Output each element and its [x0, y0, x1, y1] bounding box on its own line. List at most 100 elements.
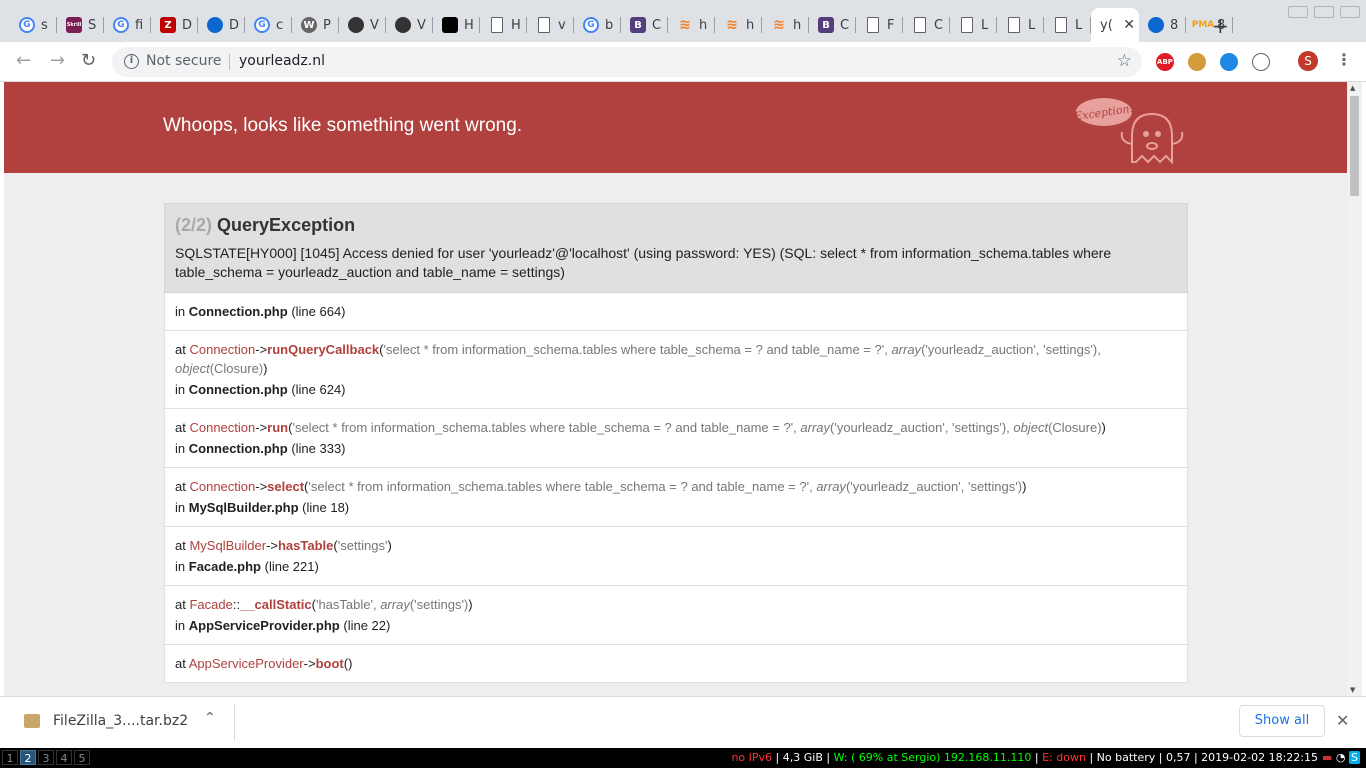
browser-tab[interactable]: H: [433, 8, 480, 42]
browser-tab[interactable]: L: [950, 8, 997, 42]
browser-tab[interactable]: v: [527, 8, 574, 42]
dark-circle-icon: [348, 17, 364, 33]
browser-tab[interactable]: Gfi: [104, 8, 151, 42]
close-download-bar-icon[interactable]: ✕: [1336, 711, 1349, 730]
workspace-button[interactable]: 2: [20, 750, 36, 765]
frame-file[interactable]: AppServiceProvider.php: [189, 618, 340, 633]
frame-argument: 'settings': [337, 538, 388, 553]
frame-operator: ->: [266, 538, 278, 553]
frame-file[interactable]: MySqlBuilder.php: [189, 500, 299, 515]
stack-frame[interactable]: at AppServiceProvider->boot(): [164, 645, 1188, 683]
browser-tab[interactable]: F: [856, 8, 903, 42]
download-file-name[interactable]: FileZilla_3....tar.bz2: [53, 713, 188, 729]
tab-active[interactable]: y(✕: [1091, 8, 1139, 42]
wifi-icon[interactable]: ◔: [1336, 751, 1346, 764]
frame-argument: 'hasTable',: [315, 597, 381, 612]
datetime-status: 2019-02-02 18:22:15: [1201, 751, 1318, 764]
omnibox-separator: [229, 54, 230, 70]
archive-file-icon[interactable]: [24, 714, 40, 728]
frame-close-paren: ): [348, 656, 353, 671]
url-text[interactable]: yourleadz.nl: [239, 53, 325, 69]
error-title: Whoops, looks like something went wrong.: [163, 115, 523, 136]
frame-file[interactable]: Connection.php: [189, 382, 288, 397]
browser-tab[interactable]: V: [339, 8, 386, 42]
tab-title: h: [793, 17, 802, 33]
frame-file[interactable]: Facade.php: [189, 559, 261, 574]
frame-class: Connection: [189, 342, 256, 357]
tab-title: 8: [1170, 17, 1179, 33]
bookmark-star-icon[interactable]: ☆: [1117, 51, 1132, 71]
browser-tab[interactable]: Gs: [10, 8, 57, 42]
frame-argument: array: [380, 597, 410, 612]
scroll-down-arrow-icon[interactable]: ▼: [1350, 686, 1355, 694]
frame-close-paren: ): [387, 538, 392, 553]
browser-tab[interactable]: ≋ h: [715, 8, 762, 42]
browser-tab[interactable]: V: [386, 8, 433, 42]
ethernet-status: E: down: [1042, 751, 1086, 764]
page-scrollbar[interactable]: ▲ ▼: [1347, 82, 1362, 696]
browser-menu-icon[interactable]: ⋮: [1336, 50, 1352, 69]
adblock-plus-icon[interactable]: ABP: [1156, 53, 1174, 71]
workspace-button[interactable]: 4: [56, 750, 72, 765]
frame-line: (line 221): [264, 559, 319, 574]
tab-title: S: [88, 17, 97, 33]
stack-frame[interactable]: at Connection->select('select * from inf…: [164, 468, 1188, 527]
workspace-button[interactable]: 1: [2, 750, 18, 765]
stack-frame[interactable]: at Facade::__callStatic('hasTable', arra…: [164, 586, 1188, 645]
back-button[interactable]: ←: [16, 50, 31, 71]
browser-tab[interactable]: ≋ h: [762, 8, 809, 42]
browser-tab[interactable]: Gc: [245, 8, 292, 42]
bootstrap-icon: B: [818, 17, 834, 33]
browser-tab[interactable]: L: [997, 8, 1044, 42]
download-separator: [234, 705, 235, 741]
browser-tab[interactable]: BC: [809, 8, 856, 42]
show-all-button[interactable]: Show all: [1239, 705, 1325, 737]
browser-tab[interactable]: L: [1044, 8, 1091, 42]
reload-button[interactable]: ↻: [81, 50, 96, 71]
frame-argument: object: [1013, 420, 1049, 435]
chevron-up-icon[interactable]: ⌃: [204, 710, 216, 726]
wifi-status: W: ( 69% at Sergio) 192.168.11.110: [833, 751, 1032, 764]
exception-title: (2/2) QueryException: [175, 215, 1177, 236]
workspace-button[interactable]: 3: [38, 750, 54, 765]
minimize-button[interactable]: [1288, 6, 1308, 18]
stack-frame[interactable]: at MySqlBuilder->hasTable('settings') in …: [164, 527, 1188, 586]
flag-icon[interactable]: ▬: [1322, 751, 1332, 764]
blue-circle-icon: [1148, 17, 1164, 33]
new-tab-button[interactable]: +: [1212, 14, 1229, 38]
tab-title: V: [417, 17, 426, 33]
info-icon[interactable]: i: [124, 54, 139, 69]
cookie-icon[interactable]: [1188, 53, 1206, 71]
scroll-up-arrow-icon[interactable]: ▲: [1350, 84, 1355, 92]
skype-icon[interactable]: S: [1349, 751, 1360, 764]
security-label[interactable]: Not secure: [146, 53, 222, 69]
browser-tab[interactable]: Skrill S: [57, 8, 104, 42]
browser-tab[interactable]: Gb: [574, 8, 621, 42]
frame-file[interactable]: Connection.php: [189, 441, 288, 456]
stack-frame[interactable]: at Connection->runQueryCallback('select …: [164, 331, 1188, 409]
sync-extension-icon[interactable]: [1220, 53, 1238, 71]
maximize-button[interactable]: [1314, 6, 1334, 18]
browser-tab[interactable]: 8: [1139, 8, 1186, 42]
browser-tab[interactable]: H: [480, 8, 527, 42]
address-bar[interactable]: i Not secure yourleadz.nl ☆: [112, 47, 1142, 77]
close-tab-icon[interactable]: ✕: [1123, 17, 1135, 33]
frame-in-label: in: [175, 618, 186, 633]
google-icon: G: [254, 17, 270, 33]
location-file[interactable]: Connection.php: [189, 304, 288, 319]
forward-button[interactable]: →: [50, 50, 65, 71]
workspace-button[interactable]: 5: [74, 750, 90, 765]
extension-icon[interactable]: [1252, 53, 1270, 71]
browser-tab[interactable]: C: [903, 8, 950, 42]
browser-tab[interactable]: WP: [292, 8, 339, 42]
close-window-button[interactable]: [1340, 6, 1360, 18]
browser-tab[interactable]: ZD: [151, 8, 198, 42]
browser-tab[interactable]: BC: [621, 8, 668, 42]
profile-avatar[interactable]: S: [1298, 51, 1318, 71]
stack-frame[interactable]: at Connection->run('select * from inform…: [164, 409, 1188, 468]
frame-line: (line 333): [291, 441, 346, 456]
browser-tab[interactable]: ≋ h: [668, 8, 715, 42]
browser-tab[interactable]: D: [198, 8, 245, 42]
exception-name: QueryException: [217, 215, 356, 235]
scroll-thumb[interactable]: [1350, 96, 1359, 196]
